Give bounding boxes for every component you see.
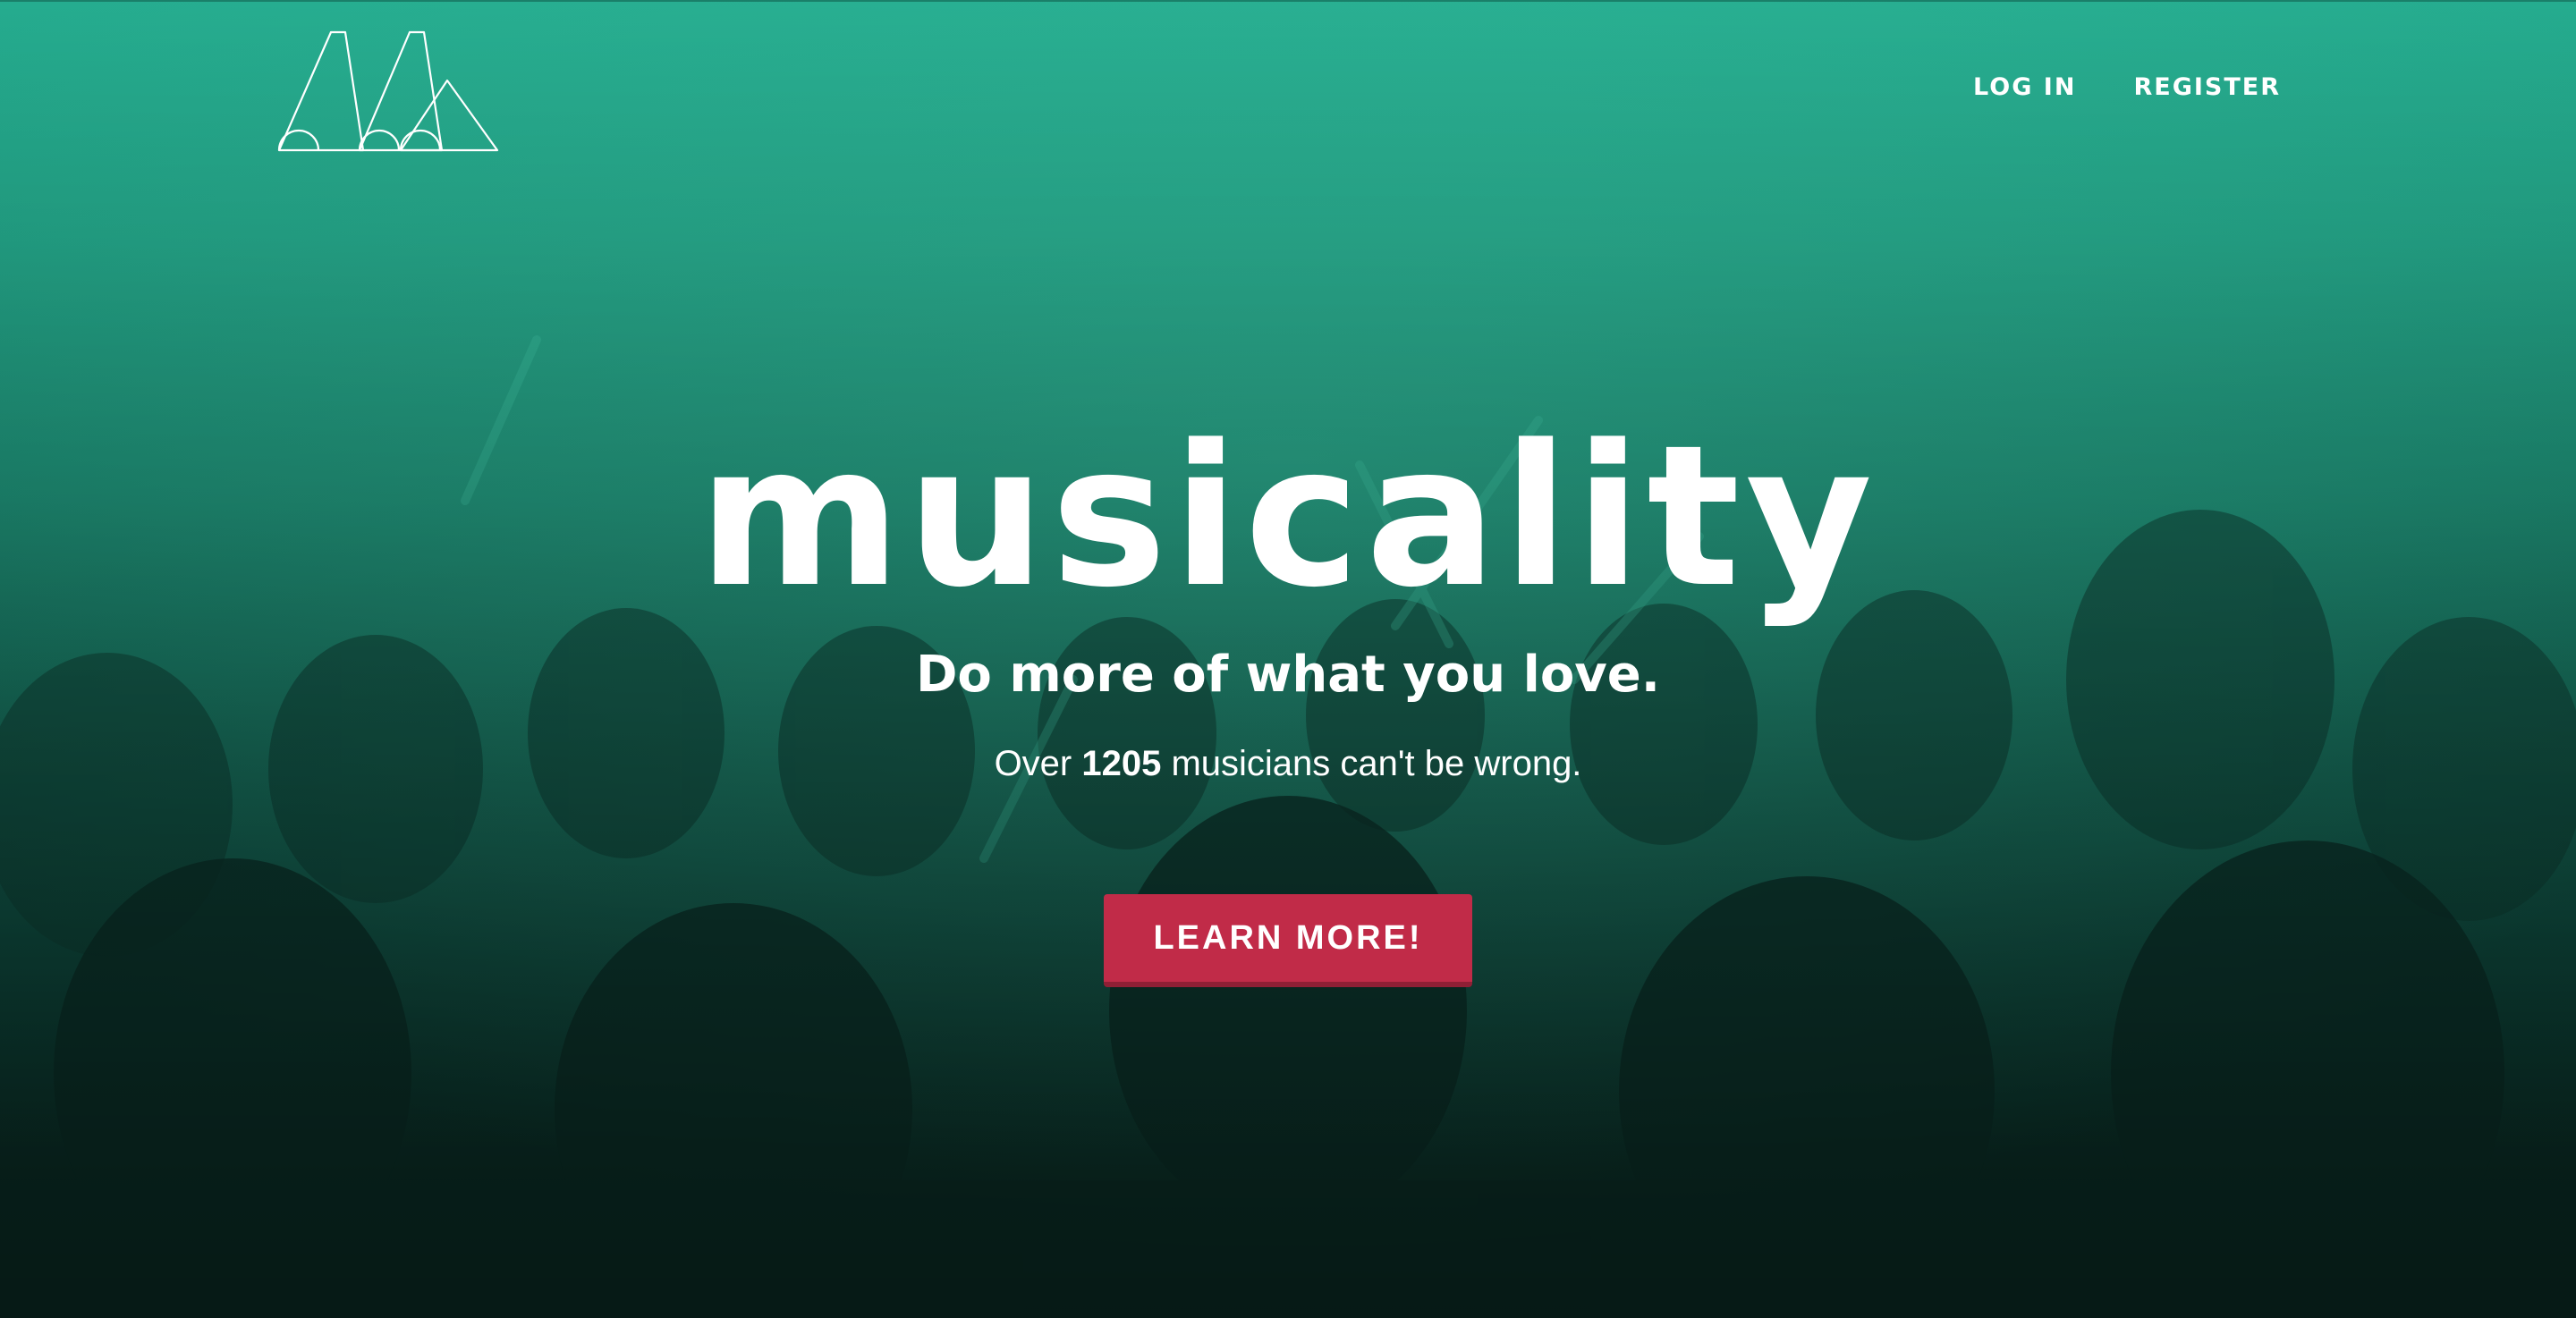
musician-count: 1205	[1081, 744, 1162, 783]
login-link[interactable]: LOG IN	[1973, 73, 2076, 101]
tagline: Do more of what you love.	[915, 646, 1661, 704]
subline-suffix: musicians can't be wrong.	[1161, 744, 1582, 783]
brand-title: musicality	[698, 404, 1878, 630]
learn-more-button[interactable]: LEARN MORE!	[1104, 894, 1472, 987]
musician-count-text: Over 1205 musicians can't be wrong.	[0, 744, 2576, 784]
register-link[interactable]: REGISTER	[2133, 73, 2281, 101]
top-nav: LOG IN REGISTER	[1973, 73, 2281, 101]
subline-prefix: Over	[994, 744, 1082, 783]
hero-section: LOG IN REGISTER musicality Do more of wh…	[0, 0, 2576, 1318]
mountain-music-logo-icon[interactable]	[277, 27, 501, 156]
top-border	[0, 0, 2576, 2]
